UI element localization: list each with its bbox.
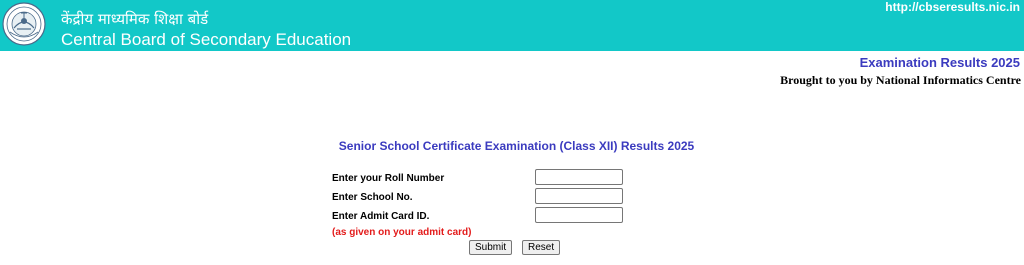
roll-number-label: Enter your Roll Number	[332, 173, 445, 184]
admit-card-input[interactable]	[535, 207, 623, 223]
admit-card-note: (as given on your admit card)	[332, 227, 472, 238]
admit-card-label: Enter Admit Card ID.	[332, 211, 430, 222]
reset-button[interactable]: Reset	[522, 240, 561, 255]
cbse-emblem-icon	[2, 2, 46, 46]
header-hindi-title: केंद्रीय माध्यमिक शिक्षा बोर्ड	[61, 10, 209, 28]
site-header: केंद्रीय माध्यमिक शिक्षा बोर्ड Central B…	[0, 0, 1024, 51]
exam-results-title: Examination Results 2025	[859, 55, 1020, 70]
roll-number-input[interactable]	[535, 169, 623, 185]
school-no-input[interactable]	[535, 188, 623, 204]
header-english-title: Central Board of Secondary Education	[61, 30, 352, 49]
school-no-label: Enter School No.	[332, 192, 413, 203]
form-heading: Senior School Certificate Examination (C…	[338, 139, 695, 153]
submit-button[interactable]: Submit	[469, 240, 513, 255]
site-url: http://cbseresults.nic.in	[885, 0, 1020, 14]
nic-credit: Brought to you by National Informatics C…	[780, 73, 1021, 87]
